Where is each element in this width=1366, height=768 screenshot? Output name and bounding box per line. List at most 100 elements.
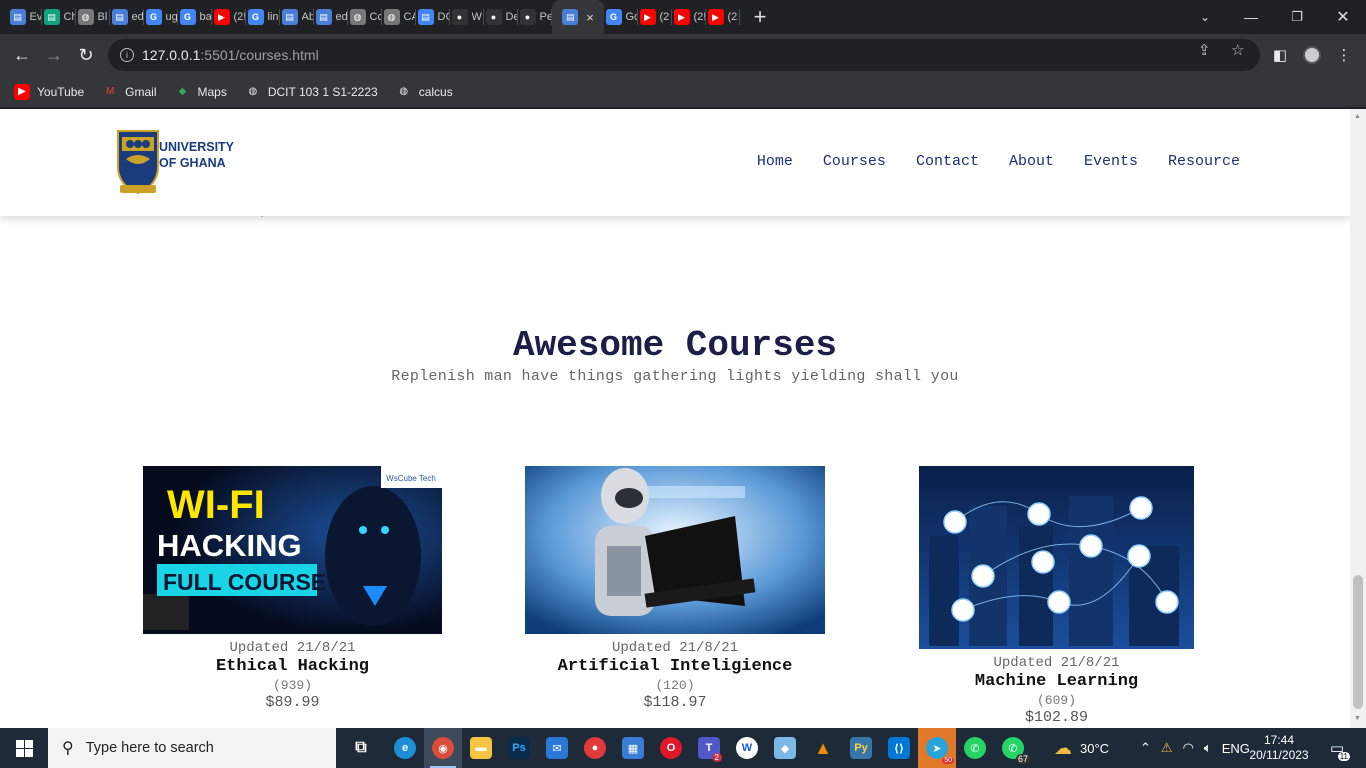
start-button[interactable] [0, 728, 48, 768]
tab-label: De [505, 11, 517, 23]
scroll-down-icon[interactable]: ▼ [1354, 715, 1361, 722]
tab-a-3[interactable]: ▶ (2 [706, 0, 740, 34]
tab-b-8[interactable]: ▤ Ab [280, 0, 314, 34]
tab-b-0[interactable]: ▤ Ev [8, 0, 42, 34]
forward-icon[interactable]: → [40, 41, 68, 69]
nav-about[interactable]: About [1009, 153, 1054, 170]
tray-wifi-icon[interactable]: ◠ [1183, 740, 1194, 756]
notes-icon[interactable]: ◆ [766, 728, 804, 768]
python-icon[interactable]: Py [842, 728, 880, 768]
store-icon[interactable]: ▦ [614, 728, 652, 768]
bookmark-0[interactable]: ▶ YouTube [14, 83, 84, 100]
notification-center-icon[interactable]: ▭ 11 [1322, 728, 1352, 768]
tab-b-1[interactable]: ▤Ch [42, 0, 76, 34]
course-count: (609) [1036, 693, 1076, 708]
scrollbar-thumb[interactable] [1353, 575, 1363, 709]
telegram-icon[interactable]: ➤ 50 [918, 728, 956, 768]
tab-active[interactable]: ▤ × [552, 0, 604, 34]
course-count: (939) [272, 678, 312, 693]
taskbar-search[interactable]: ⚲ Type here to search [48, 728, 336, 768]
tab-b-7[interactable]: Glin [246, 0, 280, 34]
bookmark-2[interactable]: ◆ Maps [175, 84, 227, 100]
close-window-icon[interactable]: ✕ [1320, 0, 1366, 34]
tab-a-0[interactable]: GGc [604, 0, 638, 34]
tab-b-13[interactable]: ● W [450, 0, 484, 34]
bookmark-star-icon[interactable]: ☆ [1231, 41, 1244, 59]
tab-a-2[interactable]: ▶(2! [672, 0, 706, 34]
tray-network-icon[interactable]: ⚠ [1161, 740, 1173, 756]
opera-icon[interactable]: O [652, 728, 690, 768]
tab-b-2[interactable]: ◍ Bl [76, 0, 110, 34]
back-icon[interactable]: ← [8, 41, 36, 69]
vlc-icon[interactable]: ▲ [804, 728, 842, 768]
tab-b-9[interactable]: ▤ ed [314, 0, 348, 34]
nav-events[interactable]: Events [1084, 153, 1138, 170]
side-panel-icon[interactable]: ◧ [1266, 41, 1294, 69]
reload-icon[interactable]: ↻ [72, 41, 100, 69]
tab-b-12[interactable]: ▤DC [416, 0, 450, 34]
logo-text-line1: UNIVERSITY [159, 140, 235, 154]
scroll-up-icon[interactable]: ▲ [1354, 113, 1361, 120]
course-card[interactable]: Updated 21/8/21 Machine Learning (609) $… [919, 466, 1194, 726]
course-title[interactable]: Machine Learning [919, 672, 1194, 691]
bookmark-label: Gmail [125, 84, 157, 99]
language-indicator[interactable]: ENG [1222, 741, 1250, 756]
site-info-icon[interactable]: i [120, 48, 134, 62]
address-bar[interactable]: i 127.0.0.1:5501/courses.html [108, 39, 1260, 71]
course-thumbnail[interactable] [525, 466, 825, 634]
page-scrollbar[interactable]: ▲ ▼ [1350, 109, 1366, 728]
course-card[interactable]: WsCube Tech WI-FI HACKING FULL COURSE Up… [143, 466, 442, 711]
vscode-icon[interactable]: ⟨⟩ [880, 728, 918, 768]
edge-icon[interactable]: e [386, 728, 424, 768]
screen-recorder-icon[interactable]: ● [576, 728, 614, 768]
tab-b-4[interactable]: Gug [144, 0, 178, 34]
bookmark-3[interactable]: ◍ DCIT 103 1 S1-2223 [245, 84, 377, 100]
tab-search-icon[interactable]: ⌄ [1182, 0, 1228, 34]
tab-b-14[interactable]: ●De [484, 0, 518, 34]
teams-icon[interactable]: T2 [690, 728, 728, 768]
nav-contact[interactable]: Contact [916, 153, 979, 170]
task-view-icon[interactable]: ⧉ [342, 728, 380, 768]
menu-icon[interactable]: ⋮ [1330, 41, 1358, 69]
file-explorer-icon[interactable]: ▬ [462, 728, 500, 768]
wps-icon[interactable]: W [728, 728, 766, 768]
nav-home[interactable]: Home [757, 153, 793, 170]
close-tab-icon[interactable]: × [586, 10, 594, 25]
whatsapp-business-icon[interactable]: ✆ 67 [994, 728, 1032, 768]
course-thumbnail[interactable]: WsCube Tech WI-FI HACKING FULL COURSE [143, 466, 442, 634]
tab-b-6[interactable]: ▶(2! [212, 0, 246, 34]
clock[interactable]: 17:44 20/11/2023 [1249, 728, 1308, 768]
tab-b-3[interactable]: ▤ ed [110, 0, 144, 34]
tab-strip: ▤Ev▤Ch◍Bl▤edGugGba▶(2!Glin▤Ab▤ed◍Cc◍CA▤D… [0, 0, 1366, 34]
tab-b-11[interactable]: ◍CA [382, 0, 416, 34]
tab-b-10[interactable]: ◍ Cc [348, 0, 382, 34]
course-title[interactable]: Artificial Inteligience [525, 657, 825, 676]
tray-volume-icon[interactable]: 🔈︎ [1204, 740, 1212, 756]
tab-b-5[interactable]: Gba [178, 0, 212, 34]
profile-avatar[interactable] [1298, 41, 1326, 69]
bookmark-label: Maps [197, 84, 227, 99]
google-icon: G [179, 9, 196, 25]
nav-courses[interactable]: Courses [823, 153, 886, 170]
minimize-icon[interactable]: — [1228, 0, 1274, 34]
photoshop-icon[interactable]: Ps [500, 728, 538, 768]
course-title[interactable]: Ethical Hacking [143, 657, 442, 676]
whatsapp-icon[interactable]: ✆ [956, 728, 994, 768]
chrome-icon[interactable]: ◉ [424, 728, 462, 768]
university-logo[interactable]: UNIVERSITY OF GHANA [116, 129, 236, 199]
restore-icon[interactable]: ❐ [1274, 0, 1320, 34]
tray-chevron-icon[interactable]: ⌃ [1140, 740, 1151, 756]
tab-a-1[interactable]: ▶ (2 [638, 0, 672, 34]
tab-label: (2! [233, 11, 245, 23]
bookmark-1[interactable]: M Gmail [102, 84, 157, 100]
new-tab-button[interactable]: + [740, 0, 780, 34]
tab-b-15[interactable]: ● Pe [518, 0, 552, 34]
course-thumbnail[interactable] [919, 466, 1194, 649]
nav-resource[interactable]: Resource [1168, 153, 1240, 170]
mail-icon[interactable]: ✉ [538, 728, 576, 768]
weather-widget[interactable]: ☁ 30°C [1054, 728, 1109, 768]
tab-label: Cc [369, 11, 381, 23]
course-card[interactable]: Updated 21/8/21 Artificial Inteligience … [525, 466, 825, 711]
bookmark-4[interactable]: ◍ calcus [396, 84, 452, 100]
share-icon[interactable]: ⇪ [1198, 41, 1211, 59]
